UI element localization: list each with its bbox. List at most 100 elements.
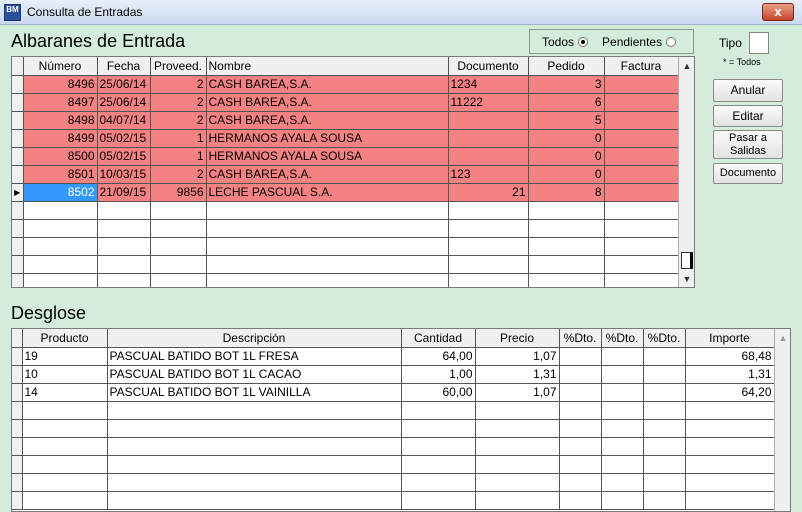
cell-fecha[interactable]: 05/02/15 xyxy=(97,147,151,166)
anular-button[interactable]: Anular xyxy=(713,79,783,102)
col-dto1[interactable]: %Dto. xyxy=(559,329,602,348)
cell-fecha[interactable]: 25/06/14 xyxy=(97,93,151,112)
cell-factura[interactable] xyxy=(604,93,679,112)
empty-row[interactable] xyxy=(12,401,775,420)
row-indicator[interactable] xyxy=(12,365,23,384)
radio-todos-dot[interactable] xyxy=(578,36,589,47)
row-indicator[interactable] xyxy=(12,347,23,366)
col-fecha[interactable]: Fecha xyxy=(97,57,151,76)
pasar-salidas-button[interactable]: Pasar a Salidas xyxy=(713,130,783,159)
cell-dto1[interactable] xyxy=(559,383,602,402)
col-descripcion[interactable]: Descripción xyxy=(107,329,402,348)
cell-numero[interactable]: 8498 xyxy=(23,111,98,130)
close-button[interactable]: x xyxy=(762,3,794,21)
cell-documento[interactable]: 1234 xyxy=(448,75,529,94)
row-indicator[interactable] xyxy=(12,111,24,130)
cell-factura[interactable] xyxy=(604,183,679,202)
cell-factura[interactable] xyxy=(604,75,679,94)
cell-factura[interactable] xyxy=(604,147,679,166)
empty-row[interactable] xyxy=(12,491,775,510)
radio-pendientes-dot[interactable] xyxy=(666,36,677,47)
empty-row[interactable] xyxy=(12,201,679,220)
scroll-down-icon[interactable]: ▼ xyxy=(679,270,694,287)
cell-pedido[interactable]: 0 xyxy=(528,165,605,184)
cell-proveed[interactable]: 2 xyxy=(150,75,207,94)
cell-dto3[interactable] xyxy=(643,347,686,366)
cell-documento[interactable] xyxy=(448,147,529,166)
cell-pedido[interactable]: 0 xyxy=(528,129,605,148)
scroll-up-icon[interactable]: ▲ xyxy=(679,57,694,74)
col-dto2[interactable]: %Dto. xyxy=(601,329,644,348)
cell-descripcion[interactable]: PASCUAL BATIDO BOT 1L VAINILLA xyxy=(107,383,402,402)
cell-proveed[interactable]: 1 xyxy=(150,147,207,166)
albaranes-scrollbar[interactable]: ▲ ▼ xyxy=(678,57,694,287)
albaranes-grid[interactable]: Número Fecha Proveed. Nombre Documento P… xyxy=(11,56,695,288)
col-factura[interactable]: Factura xyxy=(604,57,679,76)
table-row[interactable]: 8497 25/06/14 2 CASH BAREA,S.A. 11222 6 xyxy=(12,93,679,112)
desglose-grid[interactable]: Producto Descripción Cantidad Precio %Dt… xyxy=(11,328,791,512)
cell-nombre[interactable]: HERMANOS AYALA SOUSA xyxy=(206,147,449,166)
col-numero[interactable]: Número xyxy=(23,57,98,76)
cell-pedido[interactable]: 6 xyxy=(528,93,605,112)
cell-proveed[interactable]: 9856 xyxy=(150,183,207,202)
cell-pedido[interactable]: 3 xyxy=(528,75,605,94)
cell-producto[interactable]: 14 xyxy=(22,383,108,402)
row-indicator[interactable] xyxy=(12,147,24,166)
col-cantidad[interactable]: Cantidad xyxy=(401,329,476,348)
cell-dto1[interactable] xyxy=(559,365,602,384)
cell-precio[interactable]: 1,31 xyxy=(475,365,560,384)
col-documento[interactable]: Documento xyxy=(448,57,529,76)
table-row-selected[interactable]: ▶ 8502 21/09/15 9856 LECHE PASCUAL S.A. … xyxy=(12,183,679,202)
cell-cantidad[interactable]: 64,00 xyxy=(401,347,476,366)
cell-numero[interactable]: 8497 xyxy=(23,93,98,112)
empty-row[interactable] xyxy=(12,455,775,474)
cell-producto[interactable]: 10 xyxy=(22,365,108,384)
cell-precio[interactable]: 1,07 xyxy=(475,347,560,366)
empty-row[interactable] xyxy=(12,237,679,256)
cell-nombre[interactable]: CASH BAREA,S.A. xyxy=(206,75,449,94)
cell-producto[interactable]: 19 xyxy=(22,347,108,366)
cell-proveed[interactable]: 1 xyxy=(150,129,207,148)
cell-documento[interactable]: 11222 xyxy=(448,93,529,112)
empty-row[interactable] xyxy=(12,273,679,287)
cell-numero[interactable]: 8501 xyxy=(23,165,98,184)
cell-factura[interactable] xyxy=(604,165,679,184)
editar-button[interactable]: Editar xyxy=(713,105,783,127)
cell-numero[interactable]: 8502 xyxy=(23,183,98,202)
cell-dto3[interactable] xyxy=(643,383,686,402)
empty-row[interactable] xyxy=(12,219,679,238)
empty-row[interactable] xyxy=(12,437,775,456)
empty-row[interactable] xyxy=(12,255,679,274)
row-indicator[interactable] xyxy=(12,165,24,184)
cell-importe[interactable]: 64,20 xyxy=(685,383,775,402)
cell-nombre[interactable]: CASH BAREA,S.A. xyxy=(206,93,449,112)
cell-fecha[interactable]: 04/07/14 xyxy=(97,111,151,130)
cell-numero[interactable]: 8500 xyxy=(23,147,98,166)
cell-dto2[interactable] xyxy=(601,383,644,402)
cell-importe[interactable]: 1,31 xyxy=(685,365,775,384)
cell-cantidad[interactable]: 60,00 xyxy=(401,383,476,402)
cell-dto1[interactable] xyxy=(559,347,602,366)
col-producto[interactable]: Producto xyxy=(22,329,108,348)
cell-pedido[interactable]: 8 xyxy=(528,183,605,202)
cell-descripcion[interactable]: PASCUAL BATIDO BOT 1L CACAO xyxy=(107,365,402,384)
col-importe[interactable]: Importe xyxy=(685,329,775,348)
table-row[interactable]: 8498 04/07/14 2 CASH BAREA,S.A. 5 xyxy=(12,111,679,130)
table-row[interactable]: 14 PASCUAL BATIDO BOT 1L VAINILLA 60,00 … xyxy=(12,383,775,402)
cell-documento[interactable] xyxy=(448,129,529,148)
cell-importe[interactable]: 68,48 xyxy=(685,347,775,366)
scroll-thumb[interactable] xyxy=(681,252,693,269)
radio-pendientes[interactable]: Pendientes xyxy=(602,35,677,49)
empty-row[interactable] xyxy=(12,473,775,492)
cell-dto2[interactable] xyxy=(601,347,644,366)
cell-pedido[interactable]: 0 xyxy=(528,147,605,166)
cell-numero[interactable]: 8499 xyxy=(23,129,98,148)
desglose-scrollbar[interactable]: ▲ xyxy=(774,329,790,511)
cell-precio[interactable]: 1,07 xyxy=(475,383,560,402)
col-precio[interactable]: Precio xyxy=(475,329,560,348)
cell-proveed[interactable]: 2 xyxy=(150,165,207,184)
col-pedido[interactable]: Pedido xyxy=(528,57,605,76)
cell-fecha[interactable]: 10/03/15 xyxy=(97,165,151,184)
table-row[interactable]: 8499 05/02/15 1 HERMANOS AYALA SOUSA 0 xyxy=(12,129,679,148)
table-row[interactable]: 8496 25/06/14 2 CASH BAREA,S.A. 1234 3 xyxy=(12,75,679,94)
